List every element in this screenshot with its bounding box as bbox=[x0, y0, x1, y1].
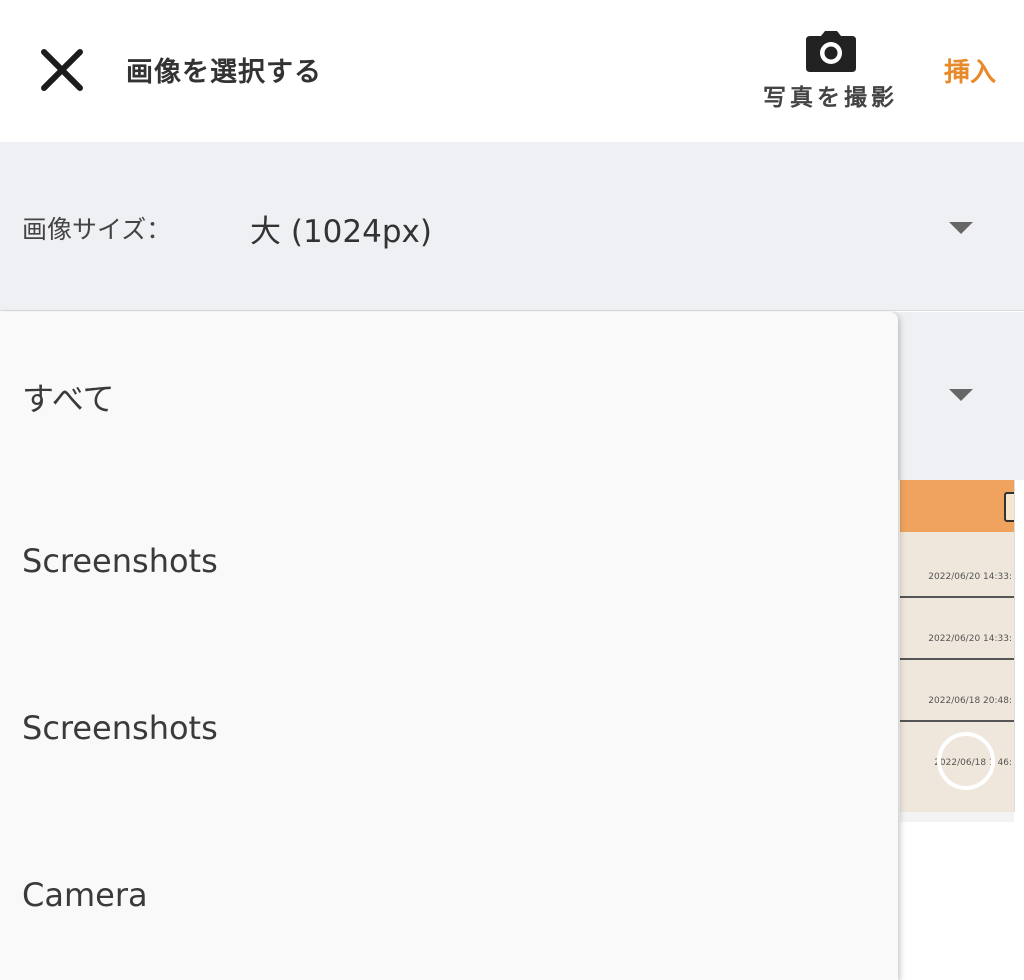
thumbnail-date: 2022/06/18 20:48: bbox=[928, 696, 1012, 706]
select-circle[interactable] bbox=[937, 732, 995, 790]
take-photo-button[interactable]: 写真を撮影 bbox=[748, 30, 913, 115]
insert-button[interactable]: 挿入 bbox=[944, 52, 996, 89]
page-title: 画像を選択する bbox=[126, 57, 322, 88]
menu-item-label: Screenshots bbox=[22, 542, 218, 580]
triangle-down-icon bbox=[949, 389, 973, 401]
image-thumbnail[interactable]: 2022/06/20 14:33: 2022/06/20 14:33: 2022… bbox=[900, 480, 1015, 812]
menu-item-label: すべて bbox=[22, 380, 115, 418]
triangle-down-icon bbox=[949, 222, 973, 234]
album-dropdown-menu: すべて Screenshots Screenshots Camera bbox=[0, 312, 898, 980]
image-size-value: 大 (1024px) bbox=[250, 214, 432, 250]
close-icon bbox=[36, 48, 88, 92]
menu-item-screenshots[interactable]: Screenshots bbox=[0, 646, 898, 813]
image-size-label: 画像サイズ： bbox=[22, 215, 172, 244]
camera-icon bbox=[748, 30, 913, 72]
thumbnail-date: 2022/06/20 14:33: bbox=[928, 634, 1012, 644]
thumbnail-date: 2022/06/20 14:33: bbox=[928, 572, 1012, 582]
menu-item-screenshots[interactable]: Screenshots bbox=[0, 479, 898, 646]
menu-item-label: Camera bbox=[22, 876, 148, 914]
take-photo-label: 写真を撮影 bbox=[763, 85, 898, 111]
thumbnail-row: 2022/06/18 20:48: bbox=[900, 660, 1014, 722]
close-button[interactable] bbox=[36, 48, 88, 92]
menu-item-label: Screenshots bbox=[22, 709, 218, 747]
image-size-selector[interactable]: 画像サイズ： 大 (1024px) bbox=[0, 142, 1024, 311]
menu-item-all[interactable]: すべて bbox=[0, 312, 898, 479]
thumbnail-icon bbox=[1004, 492, 1014, 522]
app-header: 画像を選択する 写真を撮影 挿入 bbox=[0, 0, 1024, 142]
menu-item-camera[interactable]: Camera bbox=[0, 813, 898, 980]
thumbnail-row: 2022/06/20 14:33: bbox=[900, 598, 1014, 660]
divider bbox=[900, 812, 1014, 822]
thumbnail-row: 2022/06/20 14:33: bbox=[900, 536, 1014, 598]
thumbnail-header-bar bbox=[900, 480, 1014, 532]
